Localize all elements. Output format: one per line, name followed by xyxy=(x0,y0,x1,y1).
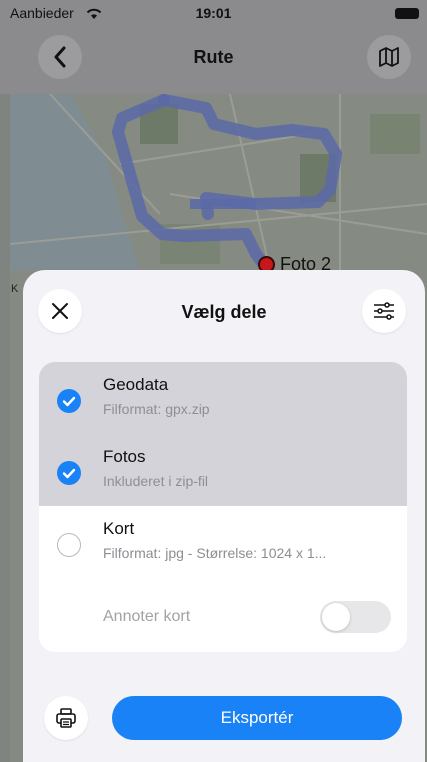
option-subtitle: Filformat: gpx.zip xyxy=(103,401,210,417)
option-title: Geodata xyxy=(103,375,169,394)
option-title: Fotos xyxy=(103,447,146,466)
export-button[interactable]: Eksportér xyxy=(112,696,402,740)
navigation-bar: Aanbieder 19:01 Rute xyxy=(0,0,427,94)
option-subtitle: Inkluderet i zip-fil xyxy=(103,473,209,489)
page-title: Rute xyxy=(193,47,234,67)
print-button[interactable] xyxy=(44,696,88,740)
annotate-map-label: Annoter kort xyxy=(103,608,191,625)
empty-checkbox-icon[interactable] xyxy=(57,533,81,557)
option-title: Kort xyxy=(103,519,135,538)
map-edge-label: K xyxy=(11,283,19,295)
option-kort[interactable]: Kort Filformat: jpg - Størrelse: 1024 x … xyxy=(39,506,407,578)
option-subtitle: Filformat: jpg - Størrelse: 1024 x 1... xyxy=(103,545,327,561)
option-geodata[interactable]: Geodata Filformat: gpx.zip xyxy=(39,362,407,434)
settings-button[interactable] xyxy=(362,289,406,333)
map-icon xyxy=(379,47,399,67)
sliders-icon xyxy=(374,302,394,320)
printer-icon xyxy=(56,708,76,728)
battery-icon xyxy=(395,8,419,19)
option-fotos[interactable]: Fotos Inkluderet i zip-fil xyxy=(39,434,407,506)
status-bar: Aanbieder 19:01 xyxy=(0,0,427,26)
checkmark-icon[interactable] xyxy=(57,461,81,485)
annotate-map-toggle[interactable] xyxy=(320,601,391,633)
map-button[interactable] xyxy=(367,35,411,79)
status-time: 19:01 xyxy=(195,5,232,21)
checkmark-icon[interactable] xyxy=(57,389,81,413)
export-options-card: Geodata Filformat: gpx.zip Fotos Inklude… xyxy=(39,362,407,652)
toggle-knob xyxy=(322,603,350,631)
export-sheet: Vælg dele Geodata Filformat: gpx.zip Fot… xyxy=(23,270,425,762)
app-screen: Foto 2 K Aanbieder 19:01 Rute Vælg dele … xyxy=(0,0,427,762)
